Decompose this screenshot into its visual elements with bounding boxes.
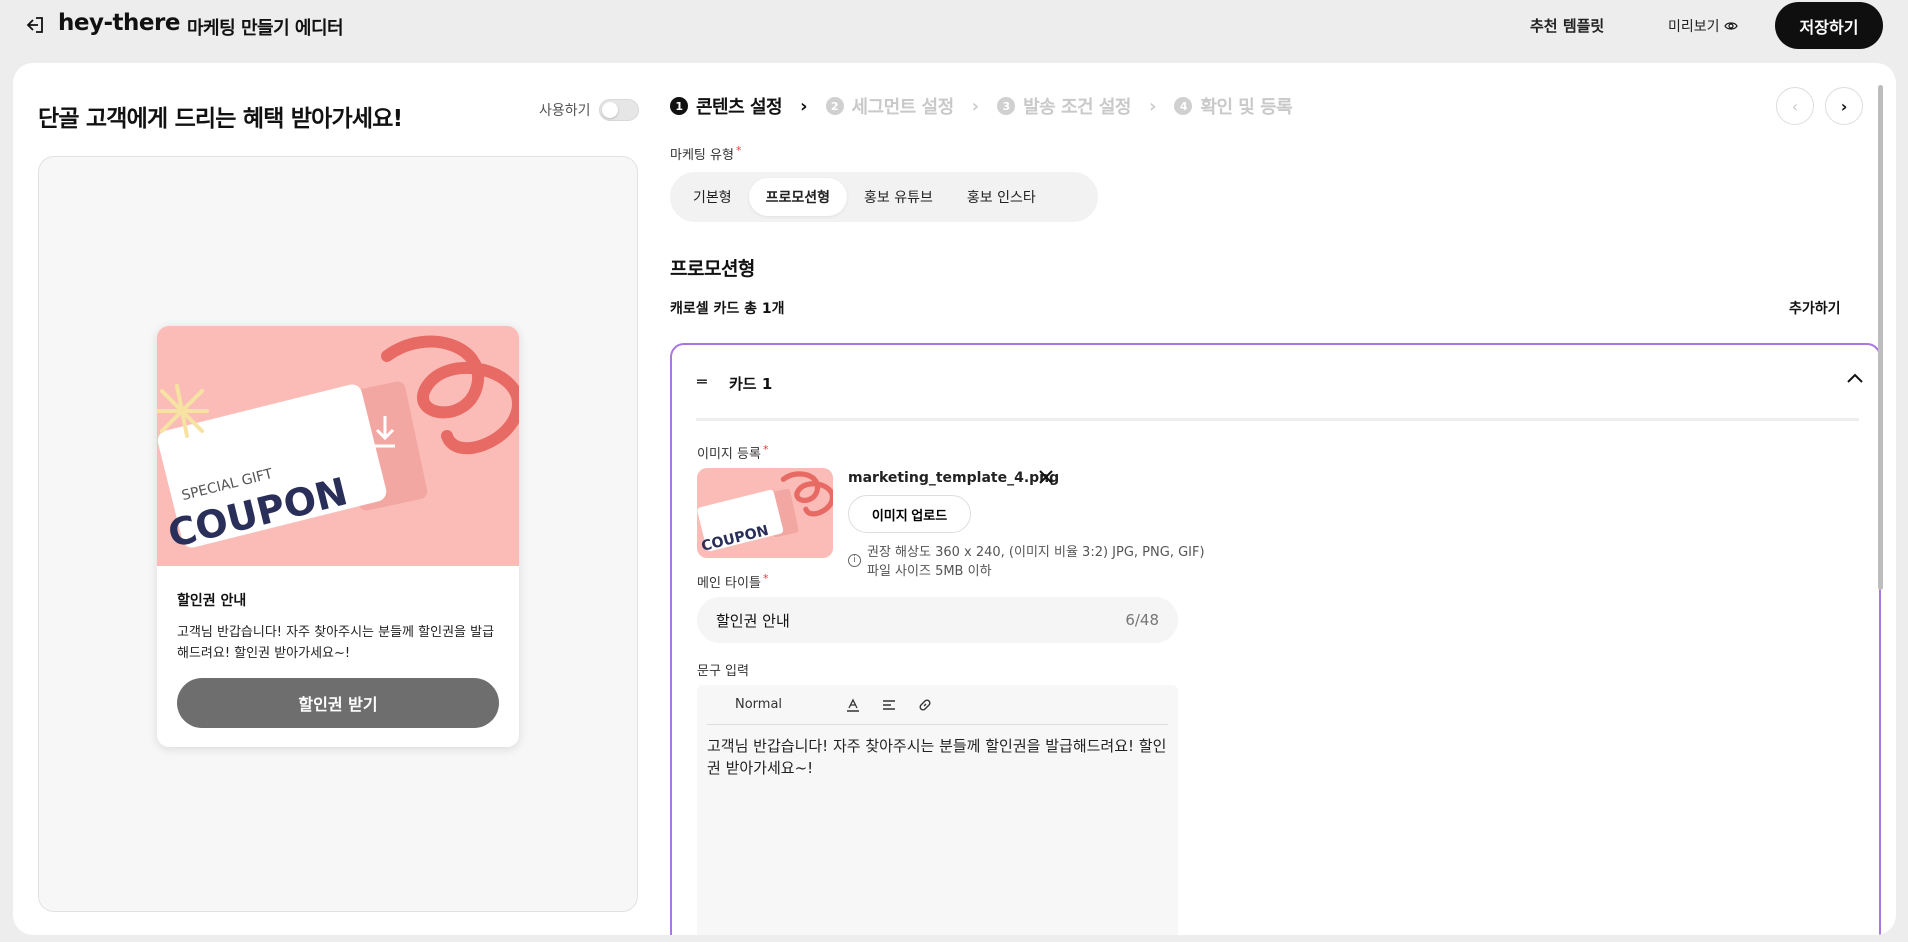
section-title: 프로모션형 [670, 258, 755, 280]
type-promotion[interactable]: 프로모션형 [748, 178, 848, 216]
format-select[interactable]: Normal [735, 697, 782, 712]
next-step-button[interactable]: › [1825, 87, 1863, 125]
preview-heading: 단골 고객에게 드리는 혜택 받아가세요! [38, 106, 403, 132]
type-instagram[interactable]: 홍보 인스타 [950, 178, 1053, 216]
promo-text: 고객님 반갑습니다! 자주 찾아주시는 분들께 할인권을 발급해드려요! 할인권… [177, 625, 495, 661]
use-toggle-label: 사용하기 [539, 103, 591, 119]
image-upload-button[interactable]: 이미지 업로드 [848, 495, 971, 533]
scrollbar[interactable] [1878, 85, 1883, 590]
close-icon[interactable] [1035, 466, 1057, 488]
carousel-count: 캐로셀 카드 총 1개 [670, 301, 785, 317]
preview-link[interactable]: 미리보기 [1668, 16, 1738, 36]
use-toggle-group: 사용하기 [539, 99, 639, 121]
editor-main: 단골 고객에게 드리는 혜택 받아가세요! 사용하기 SPECIAL GIFT … [13, 63, 1896, 935]
marketing-type-selector: 기본형 프로모션형 홍보 유튜브 홍보 인스타 [670, 172, 1098, 222]
add-card-button[interactable]: 추가하기 [1789, 298, 1841, 318]
step-segment-settings[interactable]: 2 세그먼트 설정 [825, 93, 954, 119]
eye-icon [1723, 22, 1738, 30]
image-hint: i 권장 해상도 360 x 240, (이미지 비율 3:2) JPG, PN… [848, 543, 1205, 581]
file-name: marketing_template_4.png [848, 470, 1060, 486]
type-basic[interactable]: 기본형 [676, 178, 749, 216]
step-indicator: 1 콘텐츠 설정 › 2 세그먼트 설정 › 3 발송 조건 설정 › 4 확인… [670, 93, 1293, 119]
editor-toolbar: Normal [707, 685, 1168, 725]
chevron-right-icon: › [971, 95, 980, 117]
info-icon: i [848, 554, 861, 567]
main-title-label: 메인 타이틀 * [697, 572, 769, 591]
drag-handle-icon[interactable]: ═ [697, 372, 707, 391]
use-toggle[interactable] [598, 99, 639, 121]
recommended-templates-link[interactable]: 추천 템플릿 [1530, 15, 1604, 36]
divider [696, 418, 1859, 421]
exit-icon[interactable] [24, 14, 46, 36]
promo-title: 할인권 안내 [177, 593, 247, 609]
step-content-settings[interactable]: 1 콘텐츠 설정 [670, 93, 783, 119]
preview-label: 미리보기 [1668, 19, 1720, 35]
rich-text-editor[interactable]: Normal 고객님 반갑습니다! 자주 찾아주시는 분들께 할인권을 발급해드… [697, 685, 1178, 935]
coupon-image: SPECIAL GIFT COUPON [157, 326, 519, 566]
step-send-conditions[interactable]: 3 발송 조건 설정 [997, 93, 1131, 119]
collapse-icon[interactable] [1846, 369, 1864, 388]
link-icon[interactable] [918, 698, 932, 712]
main-title-input[interactable]: 할인권 안내 6/48 [697, 597, 1178, 643]
chevron-right-icon: › [1148, 95, 1157, 117]
text-color-icon[interactable] [846, 698, 860, 712]
editor-content[interactable]: 고객님 반갑습니다! 자주 찾아주시는 분들께 할인권을 발급해드려요! 할인권… [697, 725, 1178, 789]
type-youtube[interactable]: 홍보 유튜브 [847, 178, 950, 216]
image-thumbnail: COUPON [697, 468, 833, 558]
card-editor: ═ 카드 1 이미지 등록 * COUPON marketing_template… [670, 343, 1881, 935]
step-confirm-register[interactable]: 4 확인 및 등록 [1174, 93, 1293, 119]
promo-cta-button[interactable]: 할인권 받기 [177, 678, 499, 728]
char-count: 6/48 [1125, 611, 1159, 629]
marketing-type-label: 마케팅 유형 * [670, 144, 742, 163]
text-input-label: 문구 입력 [697, 664, 749, 679]
save-button[interactable]: 저장하기 [1775, 2, 1883, 49]
brand-logo: hey-there [58, 10, 180, 36]
prev-step-button[interactable]: ‹ [1776, 87, 1814, 125]
align-icon[interactable] [882, 698, 896, 712]
coupon-illustration: SPECIAL GIFT COUPON [157, 335, 519, 556]
promo-preview-card: SPECIAL GIFT COUPON 할인권 안내 고객님 반갑습니다! 자주… [157, 326, 519, 747]
top-bar: hey-there 마케팅 만들기 에디터 추천 템플릿 미리보기 저장하기 [0, 0, 1908, 52]
chevron-right-icon: › [800, 95, 808, 117]
card-title: 카드 1 [729, 375, 773, 393]
image-label: 이미지 등록 * [697, 443, 769, 462]
page-title: 마케팅 만들기 에디터 [187, 18, 344, 39]
